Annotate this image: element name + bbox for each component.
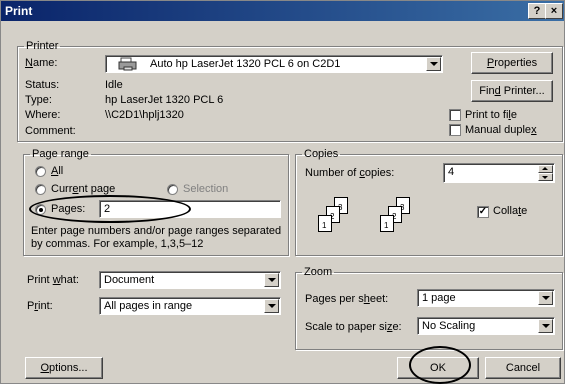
manual-duplex-label: Manual duplex bbox=[465, 124, 537, 136]
window-title: Print bbox=[5, 4, 33, 18]
close-button[interactable]: × bbox=[545, 3, 563, 19]
chevron-down-icon[interactable] bbox=[426, 57, 441, 71]
title-bar: Print ? × bbox=[1, 1, 564, 21]
print-dialog: Print ? × Printer Name: Auto hp LaserJet… bbox=[0, 0, 565, 384]
chevron-down-icon[interactable] bbox=[264, 299, 279, 313]
annotation-oval bbox=[409, 346, 471, 384]
scale-select[interactable]: No Scaling bbox=[417, 317, 555, 335]
page-icon: 1 bbox=[380, 215, 394, 232]
page-range-legend: Page range bbox=[32, 148, 89, 160]
name-label: Name: bbox=[25, 57, 58, 69]
pages-per-sheet-select[interactable]: 1 page bbox=[417, 289, 555, 307]
where-value: \\C2D1\hplj1320 bbox=[105, 109, 184, 121]
printer-legend: Printer bbox=[26, 40, 59, 52]
status-value: Idle bbox=[105, 79, 123, 91]
print-what-value: Document bbox=[104, 274, 155, 286]
scale-label: Scale to paper size: bbox=[305, 321, 402, 333]
chevron-down-icon[interactable] bbox=[538, 291, 553, 305]
find-printer-button[interactable]: Find Printer... bbox=[471, 80, 553, 102]
help-button[interactable]: ? bbox=[528, 3, 546, 19]
print-to-file-label: Print to file bbox=[465, 109, 517, 121]
page-icon: 1 bbox=[318, 215, 332, 232]
zoom-group: Zoom bbox=[295, 266, 563, 350]
where-label: Where: bbox=[25, 109, 61, 121]
print-what-label: Print what: bbox=[27, 274, 79, 286]
cancel-button[interactable]: Cancel bbox=[485, 357, 561, 379]
comment-label: Comment: bbox=[25, 125, 76, 137]
spin-down-icon[interactable] bbox=[538, 173, 553, 181]
chevron-down-icon[interactable] bbox=[538, 319, 553, 333]
printer-icon bbox=[118, 57, 138, 71]
all-radio[interactable] bbox=[35, 166, 46, 177]
type-value: hp LaserJet 1320 PCL 6 bbox=[105, 94, 224, 106]
type-label: Type: bbox=[25, 94, 52, 106]
print-what-select[interactable]: Document bbox=[99, 271, 281, 289]
print-select[interactable]: All pages in range bbox=[99, 297, 281, 315]
all-label: All bbox=[51, 165, 64, 177]
collate-label: Collate bbox=[493, 205, 528, 217]
print-label: Print: bbox=[27, 300, 53, 312]
copies-spinner[interactable]: 4 bbox=[443, 163, 555, 183]
pages-per-sheet-label: Pages per sheet: bbox=[305, 293, 389, 305]
options-button[interactable]: Options... bbox=[25, 357, 103, 379]
selection-radio[interactable] bbox=[167, 184, 178, 195]
current-page-radio[interactable] bbox=[35, 184, 46, 195]
annotation-oval bbox=[29, 195, 191, 223]
copies-value: 4 bbox=[448, 166, 455, 178]
printer-name-value: Auto hp LaserJet 1320 PCL 6 on C2D1 bbox=[150, 58, 341, 70]
collate-checkbox[interactable]: ✓ bbox=[477, 206, 489, 218]
properties-button[interactable]: Properties bbox=[471, 52, 553, 74]
current-page-label: Current page bbox=[51, 183, 116, 195]
pages-per-sheet-value: 1 page bbox=[422, 292, 456, 304]
page-range-hint: Enter page numbers and/or page ranges se… bbox=[31, 225, 282, 250]
zoom-legend: Zoom bbox=[304, 266, 333, 278]
print-value: All pages in range bbox=[104, 300, 193, 312]
spin-up-icon[interactable] bbox=[538, 165, 553, 173]
manual-duplex-checkbox[interactable] bbox=[449, 124, 461, 136]
copies-legend: Copies bbox=[304, 148, 339, 160]
print-to-file-checkbox[interactable] bbox=[449, 109, 461, 121]
scale-value: No Scaling bbox=[422, 320, 476, 332]
status-label: Status: bbox=[25, 79, 60, 91]
printer-name-select[interactable]: Auto hp LaserJet 1320 PCL 6 on C2D1 bbox=[105, 55, 443, 73]
number-of-copies-label: Number of copies: bbox=[305, 167, 395, 179]
chevron-down-icon[interactable] bbox=[264, 273, 279, 287]
selection-label: Selection bbox=[183, 183, 229, 195]
